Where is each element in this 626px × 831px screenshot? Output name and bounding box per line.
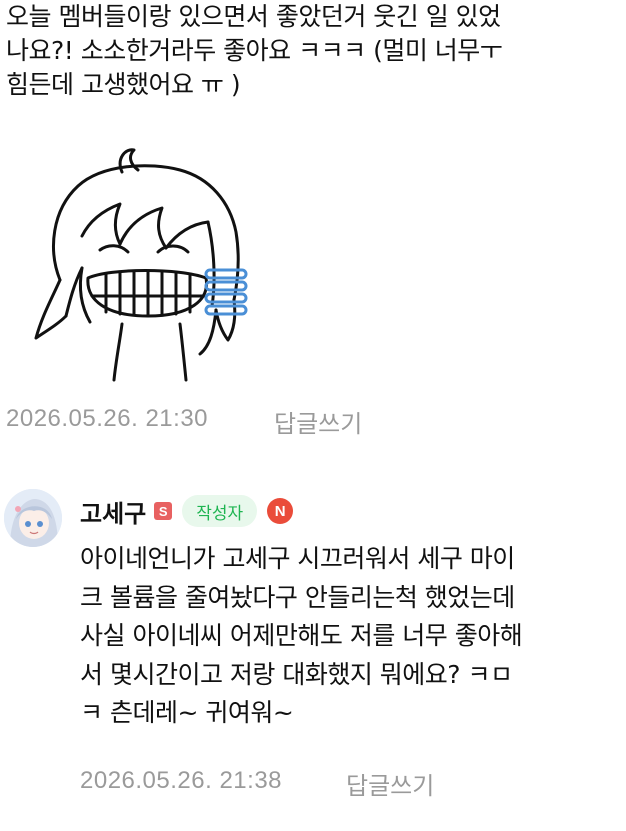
reply-line: 사실 아이네씨 어제만해도 저를 너무 좋아해 — [80, 621, 523, 650]
comment-line: 나요?! 소소한거라두 좋아요 ㅋㅋㅋ (멀미 너무ㅜ — [6, 36, 503, 65]
comment-line: 오늘 멤버들이랑 있으면서 좋았던거 웃긴 일 있었 — [6, 2, 501, 31]
comment-meta: 2026.05.26. 21:30 답글쓰기 — [6, 404, 362, 438]
comment-timestamp: 2026.05.26. 21:30 — [6, 405, 209, 432]
author-badge: 작성자 — [182, 495, 258, 527]
reply-line: 서 몇시간이고 저랑 대화했지 뭐에요? ㅋㅁ — [80, 659, 513, 689]
nickname[interactable]: 고세구 — [80, 494, 146, 529]
level-badge-icon: S — [154, 502, 173, 520]
reply-line: 크 볼륨을 줄여놨다구 안들리는척 했었는데 — [80, 582, 515, 612]
comment-body: 오늘 멤버들이랑 있으면서 좋았던거 웃긴 일 있었 나요?! 소소한거라두 좋… — [6, 0, 618, 102]
reply-line: 아이네언니가 고세구 시끄러워서 세구 마이 — [80, 544, 515, 573]
comment-line: 힘든데 고생했어요 ㅠ ) — [6, 70, 241, 99]
reply-line: ㅋ 츤데레~ 귀여워~ — [80, 698, 294, 727]
new-badge-icon: N — [267, 498, 294, 524]
reply-timestamp: 2026.05.26. 21:38 — [80, 767, 283, 794]
reply-body: 아이네언니가 고세구 시끄러워서 세구 마이 크 볼륨을 줄여놨다구 안들리는척… — [80, 540, 620, 733]
avatar-icon[interactable] — [4, 489, 62, 547]
grinning-girl-sticker-icon — [30, 140, 258, 382]
reply-button[interactable]: 답글쓰기 — [346, 766, 434, 801]
reply-header: 고세구 S 작성자 N — [80, 492, 294, 530]
reply-meta: 2026.05.26. 21:38 답글쓰기 — [80, 766, 434, 800]
reply-button[interactable]: 답글쓰기 — [274, 404, 362, 439]
